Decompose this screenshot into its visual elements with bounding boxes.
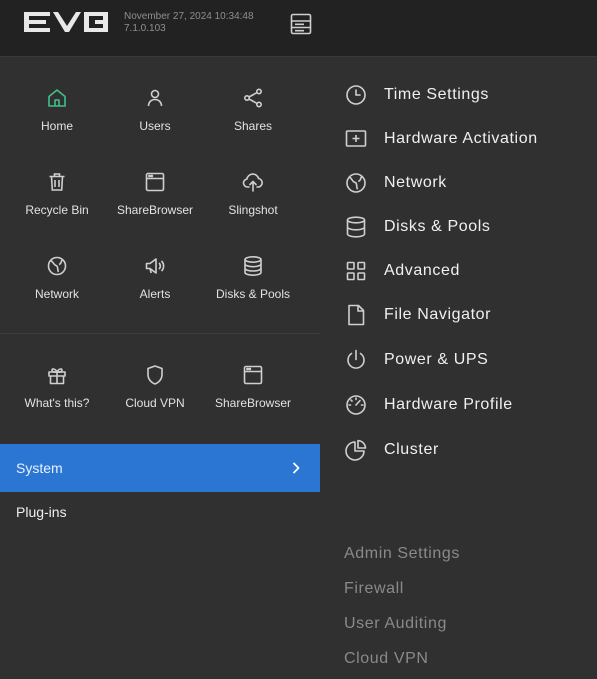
app-tile-home[interactable]: Home xyxy=(8,78,106,162)
app-tile-network[interactable]: Network xyxy=(8,246,106,330)
gift-icon xyxy=(45,363,69,387)
menu-item-time-settings[interactable]: Time Settings xyxy=(344,80,488,110)
power-icon xyxy=(344,348,368,372)
menu-item-label: Cluster xyxy=(384,441,439,458)
link-admin-settings[interactable]: Admin Settings xyxy=(344,545,460,563)
menu-item-label: Power & UPS xyxy=(384,351,489,368)
file-icon xyxy=(344,303,368,327)
chevron-right-icon xyxy=(288,460,304,476)
database-icon xyxy=(241,254,265,278)
clock-icon xyxy=(344,83,368,107)
link-user-auditing[interactable]: User Auditing xyxy=(344,615,447,633)
menu-item-hardware-profile[interactable]: Hardware Profile xyxy=(344,390,512,420)
globe-icon xyxy=(344,171,368,195)
app-tile-label: Network xyxy=(34,287,79,301)
user-icon xyxy=(143,86,167,110)
app-tile-whats-this[interactable]: What's this? xyxy=(8,355,106,439)
menu-item-label: File Navigator xyxy=(384,306,492,323)
database-icon xyxy=(344,215,368,239)
app-tile-label: What's this? xyxy=(24,396,90,410)
plus-box-icon xyxy=(344,127,368,151)
nav-system-label: System xyxy=(16,460,63,476)
menu-item-label: Network xyxy=(384,174,447,191)
app-grid-primary: Home Users Shares Recycle Bin ShareBrows… xyxy=(8,78,302,330)
nav-system[interactable]: System xyxy=(0,444,320,492)
menu-item-cluster[interactable]: Cluster xyxy=(344,435,438,465)
link-firewall[interactable]: Firewall xyxy=(344,580,404,598)
megaphone-icon xyxy=(143,254,167,278)
app-tile-label: Disks & Pools xyxy=(215,287,291,301)
section-divider xyxy=(0,333,320,334)
app-tile-sharebrowser-2[interactable]: ShareBrowser xyxy=(204,355,302,439)
app-tile-label: Recycle Bin xyxy=(25,203,89,217)
app-tile-recycle-bin[interactable]: Recycle Bin xyxy=(8,162,106,246)
home-icon xyxy=(45,86,69,110)
app-tile-label: Cloud VPN xyxy=(125,396,185,410)
link-cloud-vpn[interactable]: Cloud VPN xyxy=(344,650,429,668)
menu-item-hardware-activation[interactable]: Hardware Activation xyxy=(344,124,537,154)
evo-logo[interactable] xyxy=(24,12,108,32)
browser-window-icon xyxy=(241,363,265,387)
menu-item-network[interactable]: Network xyxy=(344,168,446,198)
app-tile-label: Users xyxy=(139,119,171,133)
app-tile-label: ShareBrowser xyxy=(116,203,194,217)
cloud-upload-icon xyxy=(241,170,265,194)
app-tile-users[interactable]: Users xyxy=(106,78,204,162)
menu-item-label: Advanced xyxy=(384,262,460,279)
globe-icon xyxy=(45,254,69,278)
header-meta: November 27, 2024 10:34:48 7.1.0.103 xyxy=(124,11,254,35)
app-tile-label: Alerts xyxy=(139,287,171,301)
menu-item-advanced[interactable]: Advanced xyxy=(344,256,459,286)
app-tile-cloud-vpn[interactable]: Cloud VPN xyxy=(106,355,204,439)
nav-plugins[interactable]: Plug-ins xyxy=(0,488,320,536)
pie-chart-icon xyxy=(344,438,368,462)
trash-icon xyxy=(45,170,69,194)
share-icon xyxy=(241,86,265,110)
shield-icon xyxy=(143,363,167,387)
top-bar: November 27, 2024 10:34:48 7.1.0.103 xyxy=(0,0,597,57)
app-tile-sharebrowser[interactable]: ShareBrowser xyxy=(106,162,204,246)
app-tile-label: Slingshot xyxy=(228,203,278,217)
server-icon[interactable] xyxy=(289,12,313,36)
app-grid-secondary: What's this? Cloud VPN ShareBrowser xyxy=(8,355,302,439)
menu-item-disks-pools[interactable]: Disks & Pools xyxy=(344,212,490,242)
grid-icon xyxy=(344,259,368,283)
menu-item-file-navigator[interactable]: File Navigator xyxy=(344,300,491,330)
app-tile-slingshot[interactable]: Slingshot xyxy=(204,162,302,246)
browser-window-icon xyxy=(143,170,167,194)
nav-plugins-label: Plug-ins xyxy=(16,504,67,520)
header-datetime: November 27, 2024 10:34:48 xyxy=(124,11,254,22)
gauge-icon xyxy=(344,393,368,417)
app-tile-label: ShareBrowser xyxy=(214,396,292,410)
menu-item-label: Time Settings xyxy=(384,86,490,103)
app-tile-shares[interactable]: Shares xyxy=(204,78,302,162)
header-version: 7.1.0.103 xyxy=(124,23,166,34)
menu-item-power-ups[interactable]: Power & UPS xyxy=(344,345,488,375)
menu-item-label: Hardware Profile xyxy=(384,396,513,413)
app-tile-disks-pools[interactable]: Disks & Pools xyxy=(204,246,302,330)
app-tile-alerts[interactable]: Alerts xyxy=(106,246,204,330)
menu-item-label: Hardware Activation xyxy=(384,130,538,147)
app-tile-label: Home xyxy=(40,119,73,133)
app-tile-label: Shares xyxy=(233,119,273,133)
menu-item-label: Disks & Pools xyxy=(384,218,491,235)
system-submenu: Time Settings Hardware Activation Networ… xyxy=(320,58,597,679)
left-panel: Home Users Shares Recycle Bin ShareBrows… xyxy=(0,58,320,679)
